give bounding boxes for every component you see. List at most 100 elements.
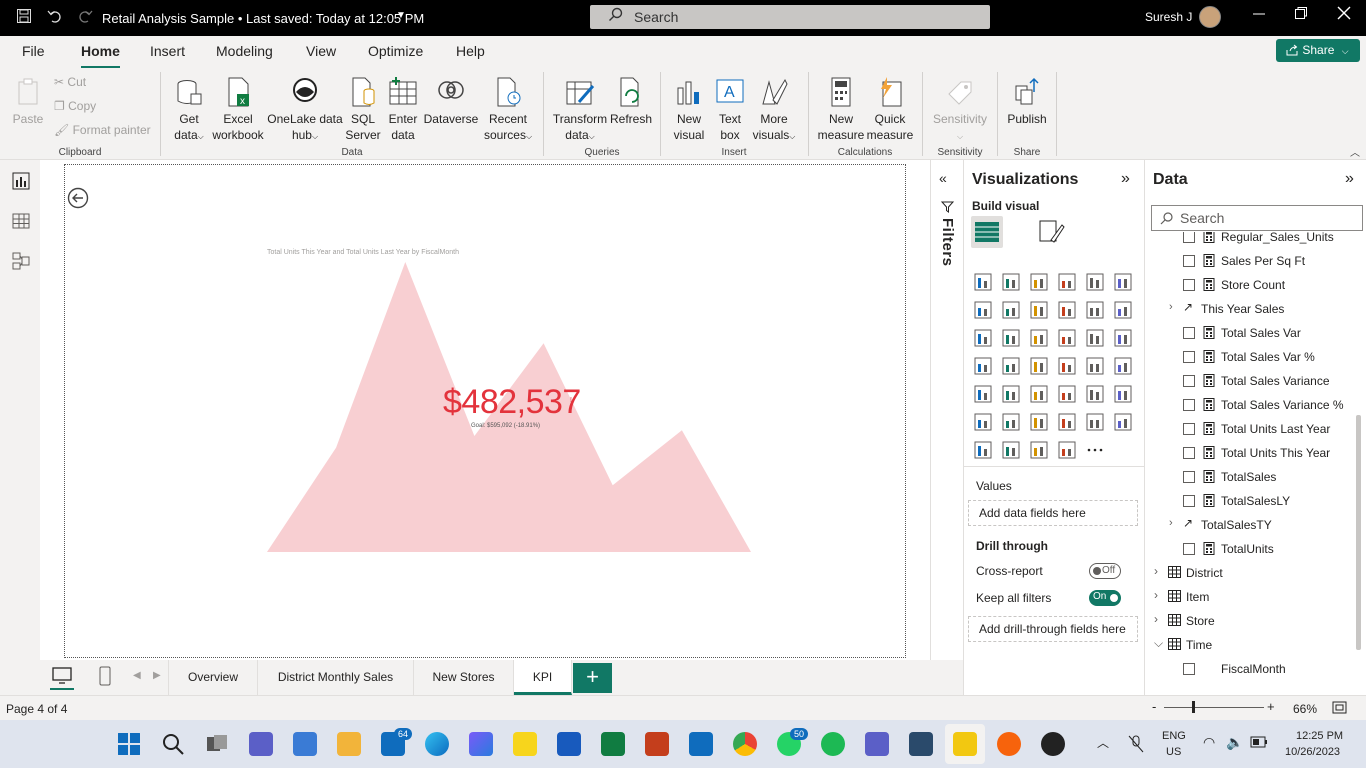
power-apps-visual-icon[interactable] <box>973 440 993 460</box>
scatter-visual-icon[interactable] <box>1029 328 1049 348</box>
filled-map-visual-icon[interactable] <box>1001 356 1021 376</box>
keep-all-filters-toggle[interactable]: On <box>1089 590 1121 606</box>
undo-icon[interactable] <box>47 8 63 28</box>
funnel-visual-icon[interactable] <box>1001 328 1021 348</box>
menu-file[interactable]: File <box>22 43 45 59</box>
format-visual-tab[interactable] <box>1037 218 1065 246</box>
menu-view[interactable]: View <box>306 43 336 59</box>
data-search-input[interactable]: Search <box>1151 205 1363 231</box>
field-checkbox[interactable] <box>1183 327 1195 339</box>
teams-chat-icon[interactable] <box>249 732 273 756</box>
edge-icon[interactable] <box>425 732 449 756</box>
zoom-in-button[interactable]: + <box>1267 699 1275 714</box>
field-item[interactable]: Total Sales Variance <box>1145 369 1355 393</box>
more-visual-icon[interactable] <box>1085 440 1105 460</box>
shape-map-visual-icon[interactable] <box>1029 440 1049 460</box>
field-item[interactable]: › ↗ This Year Sales <box>1145 297 1355 321</box>
line-visual-icon[interactable] <box>973 300 993 320</box>
tab-scroll-left-icon[interactable]: ◀ <box>133 670 141 681</box>
field-checkbox[interactable] <box>1183 375 1195 387</box>
zoom-slider[interactable] <box>1164 707 1264 708</box>
field-checkbox[interactable] <box>1183 399 1195 411</box>
windows-start-icon[interactable] <box>117 732 141 756</box>
field-item[interactable]: TotalSalesLY <box>1145 489 1355 513</box>
menu-modeling[interactable]: Modeling <box>216 43 273 59</box>
volume-icon[interactable]: 🔈 <box>1226 734 1243 751</box>
report-page[interactable]: Total Units This Year and Total Units La… <box>64 164 906 658</box>
excel-taskbar-icon[interactable] <box>601 732 625 756</box>
save-icon[interactable] <box>16 8 32 28</box>
field-checkbox[interactable] <box>1183 495 1195 507</box>
field-item[interactable]: Total Sales Var % <box>1145 345 1355 369</box>
share-button[interactable]: Share ⌵ <box>1276 39 1360 62</box>
table-visual-icon[interactable] <box>1029 384 1049 404</box>
powerpoint-icon[interactable] <box>645 732 669 756</box>
quick-measure-button[interactable]: Quick measure <box>864 76 916 143</box>
chevron-right-icon[interactable]: › <box>1154 612 1158 626</box>
dataverse-button[interactable]: Dataverse <box>423 76 479 127</box>
battery-icon[interactable] <box>1250 736 1268 748</box>
power-automate-visual-icon[interactable] <box>1001 440 1021 460</box>
field-checkbox[interactable] <box>1183 279 1195 291</box>
field-item[interactable]: Store Count <box>1145 273 1355 297</box>
enter-data-button[interactable]: Enter data <box>385 76 421 143</box>
github-icon[interactable] <box>1041 732 1065 756</box>
matrix-visual-icon[interactable] <box>1057 384 1077 404</box>
field-item[interactable]: Total Sales Variance % <box>1145 393 1355 417</box>
smart-narrative-visual-icon[interactable] <box>1057 412 1077 432</box>
chevron-right-icon[interactable]: › <box>1154 588 1158 602</box>
100-stacked-column-visual-icon[interactable] <box>1113 272 1133 292</box>
slicer-visual-icon[interactable] <box>1001 384 1021 404</box>
treemap-visual-icon[interactable] <box>1113 328 1133 348</box>
menu-insert[interactable]: Insert <box>150 43 185 59</box>
100-stacked-bar-visual-icon[interactable] <box>1085 272 1105 292</box>
zoom-slider-thumb[interactable] <box>1192 701 1195 713</box>
desktop-layout-icon[interactable] <box>52 667 72 685</box>
expand-filters-icon[interactable]: « <box>939 170 947 186</box>
field-checkbox[interactable] <box>1183 447 1195 459</box>
field-item[interactable]: Total Units Last Year <box>1145 417 1355 441</box>
sticky-notes-icon[interactable] <box>513 732 537 756</box>
excel-workbook-button[interactable]: x Excel workbook <box>209 76 267 143</box>
mic-muted-icon[interactable] <box>1127 734 1145 754</box>
pie-visual-icon[interactable] <box>1057 328 1077 348</box>
file-explorer-icon[interactable] <box>337 732 361 756</box>
stacked-area-visual-icon[interactable] <box>1029 300 1049 320</box>
clustered-bar-visual-icon[interactable] <box>1029 272 1049 292</box>
menu-help[interactable]: Help <box>456 43 485 59</box>
taskbar-search-icon[interactable] <box>161 732 185 756</box>
spotify-icon[interactable] <box>821 732 845 756</box>
get-data-button[interactable]: Get data⌵ <box>167 76 211 145</box>
field-checkbox[interactable] <box>1183 663 1195 675</box>
clock-date[interactable]: 10/26/2023 <box>1285 746 1340 758</box>
key-influencers-visual-icon[interactable] <box>973 412 993 432</box>
stacked-column-visual-icon[interactable] <box>1001 272 1021 292</box>
transform-data-button[interactable]: Transform data⌵ <box>552 76 608 145</box>
line-stacked-column-visual-icon[interactable] <box>1057 300 1077 320</box>
publish-button[interactable]: Publish <box>1004 76 1050 127</box>
cut-button[interactable]: ✂ Cut <box>54 75 86 89</box>
field-item[interactable]: TotalUnits <box>1145 537 1355 561</box>
azure-map-visual-icon[interactable] <box>1029 356 1049 376</box>
arcgis-visual-icon[interactable] <box>1057 440 1077 460</box>
card-visual-icon[interactable] <box>1085 356 1105 376</box>
field-item[interactable]: Total Units This Year <box>1145 441 1355 465</box>
text-box-button[interactable]: A Text box <box>712 76 748 143</box>
sql-server-button[interactable]: SQL Server <box>345 76 381 143</box>
power-bi-icon[interactable] <box>953 732 977 756</box>
field-checkbox[interactable] <box>1183 471 1195 483</box>
values-dropzone[interactable]: Add data fields here <box>968 500 1138 526</box>
field-checkbox[interactable] <box>1183 232 1195 243</box>
chevron-right-icon[interactable]: › <box>1154 564 1158 578</box>
outlook-icon[interactable] <box>689 732 713 756</box>
zoom-out-button[interactable]: - <box>1152 699 1156 714</box>
table-item[interactable]: ⌵ Time <box>1145 633 1355 657</box>
paste-button[interactable]: Paste <box>10 76 46 127</box>
user-name[interactable]: Suresh J <box>1145 10 1192 24</box>
waterfall-visual-icon[interactable] <box>973 328 993 348</box>
menu-home[interactable]: Home <box>81 43 120 69</box>
field-item[interactable]: Regular_Sales_Units <box>1145 232 1355 249</box>
field-item[interactable]: TotalSales <box>1145 465 1355 489</box>
map-visual-icon[interactable] <box>973 356 993 376</box>
close-icon[interactable] <box>1337 6 1351 24</box>
